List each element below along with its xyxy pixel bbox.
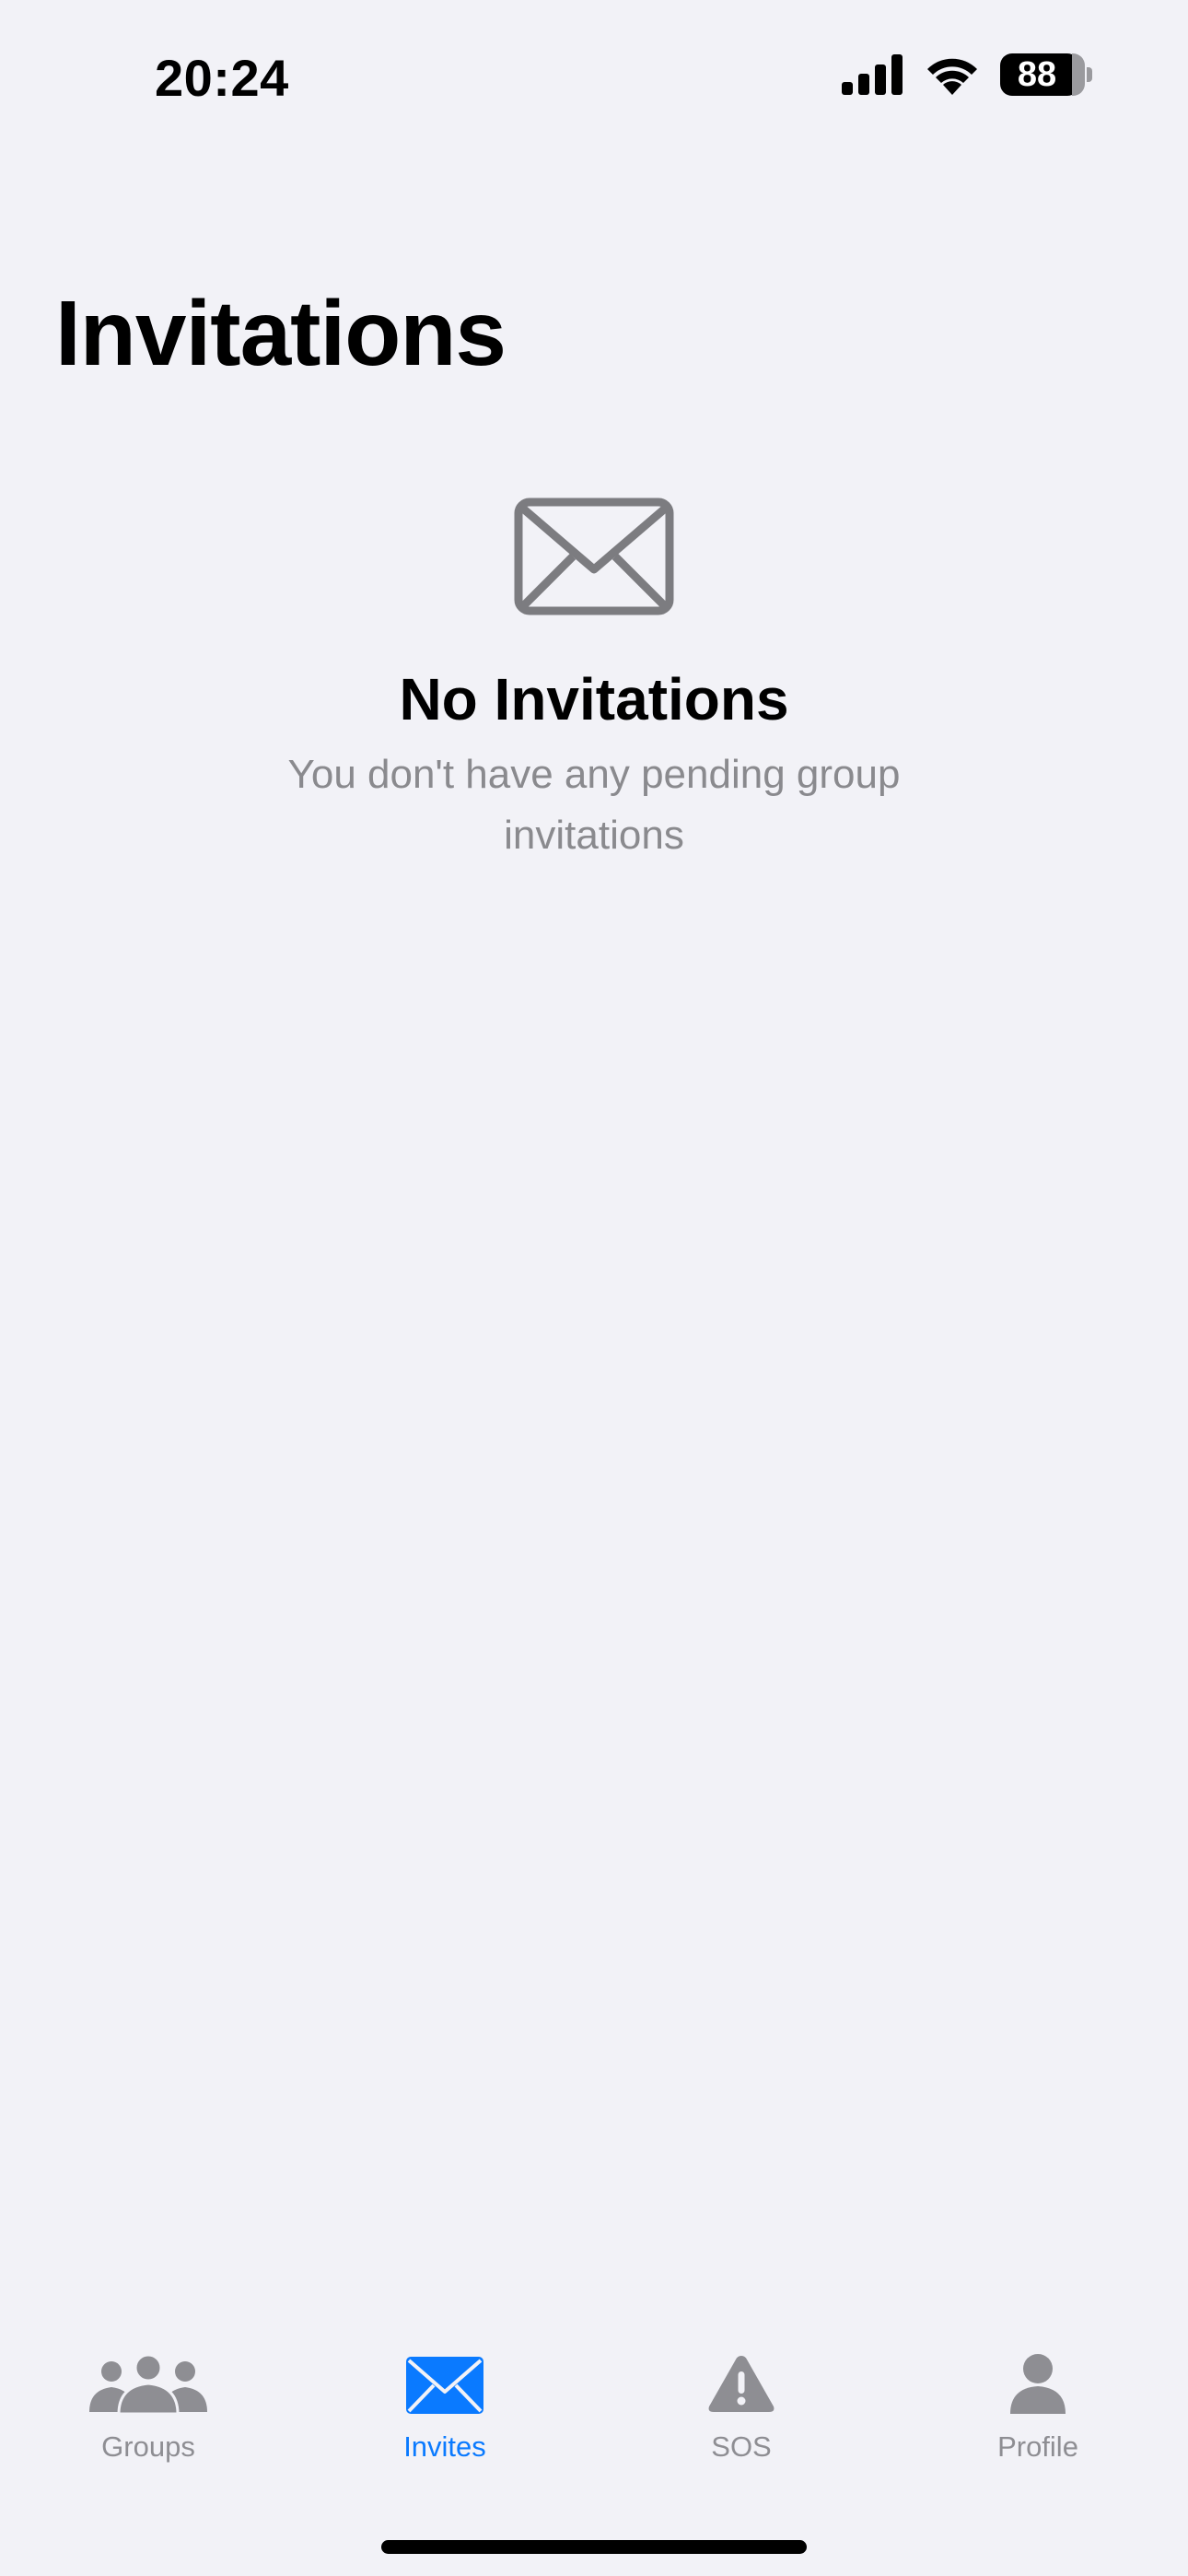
warning-triangle-icon [708, 2356, 775, 2412]
group-icon [89, 2353, 207, 2414]
cellular-signal-icon [842, 54, 903, 95]
wifi-icon [927, 58, 977, 95]
envelope-icon [514, 498, 674, 615]
tab-bar: Groups Invites SOS Profile [0, 2340, 1188, 2488]
envelope-icon [406, 2357, 483, 2414]
tab-label-sos: SOS [711, 2430, 772, 2463]
tab-label-groups: Groups [101, 2430, 195, 2463]
home-indicator[interactable] [381, 2540, 807, 2554]
tab-label-invites: Invites [403, 2430, 486, 2463]
empty-state-subtitle: You don't have any pending group invitat… [287, 752, 901, 858]
tab-profile[interactable]: Profile [890, 2340, 1186, 2488]
person-icon [1010, 2354, 1066, 2414]
empty-state-title: No Invitations [399, 666, 789, 732]
tab-invites[interactable]: Invites [297, 2340, 593, 2488]
tab-label-profile: Profile [997, 2430, 1078, 2463]
page-title: Invitations [55, 282, 507, 385]
status-time: 20:24 [155, 49, 289, 107]
status-bar: 20:24 88 [0, 0, 1188, 157]
tab-groups[interactable]: Groups [0, 2340, 297, 2488]
battery-icon: 88 [1000, 53, 1092, 96]
status-icons: 88 [842, 53, 1092, 96]
battery-level: 88 [1017, 55, 1057, 94]
tab-sos[interactable]: SOS [593, 2340, 890, 2488]
